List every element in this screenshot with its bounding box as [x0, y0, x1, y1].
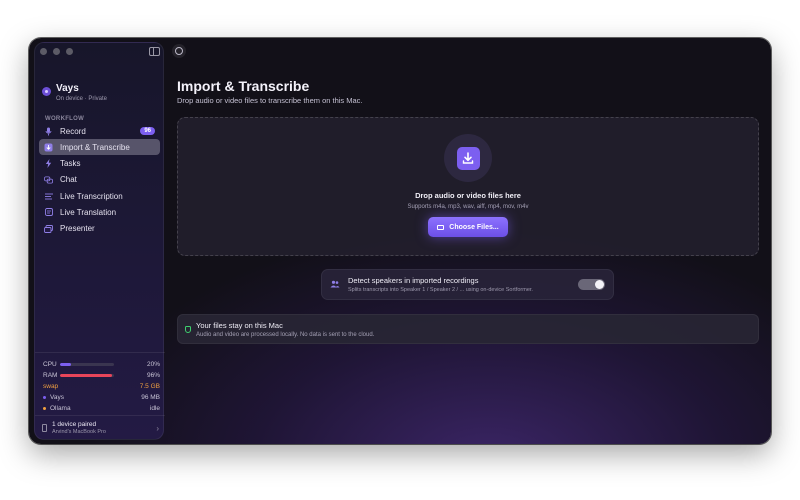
cpu-bar-fill [60, 363, 71, 366]
speaker-detection-toggle[interactable] [578, 279, 605, 290]
drop-icon-circle [444, 134, 492, 182]
sidebar-item-label: Chat [60, 175, 77, 185]
swap-value: 7.5 GB [139, 383, 160, 390]
cpu-bar [60, 363, 114, 366]
sidebar-item-chat[interactable]: Chat [39, 172, 160, 188]
sidebar-item-tasks[interactable]: Tasks [39, 156, 160, 172]
mic-icon [44, 127, 53, 136]
sidebar-item-label: Record [60, 126, 86, 136]
minimize-window-button[interactable] [53, 48, 60, 55]
cpu-stat: CPU 20% [43, 359, 160, 370]
device-subtitle: Arvind's MacBook Pro [52, 429, 106, 435]
privacy-title: Your files stay on this Mac [196, 320, 283, 330]
ram-label: RAM [43, 372, 58, 379]
chevron-right-icon: › [156, 423, 159, 433]
ram-stat: RAM 96% [43, 370, 160, 381]
history-button[interactable] [172, 44, 186, 58]
sidebar: Vays On device · Private WORKFLOW Record… [34, 42, 165, 440]
phone-icon [42, 424, 47, 432]
process-dot [43, 396, 46, 399]
people-icon [330, 280, 340, 290]
cpu-label: CPU [43, 361, 57, 368]
sidebar-item-record[interactable]: Record 96 [39, 123, 160, 139]
app-name: Vays [56, 83, 79, 94]
sidebar-item-label: Live Transcription [60, 191, 123, 201]
choose-files-button[interactable]: Choose Files... [428, 217, 508, 237]
import-icon [44, 143, 53, 152]
choose-files-label: Choose Files... [449, 223, 499, 231]
window-controls [40, 48, 73, 55]
page-subtitle: Drop audio or video files to transcribe … [177, 96, 363, 105]
download-icon [456, 146, 480, 170]
process-dot [43, 407, 46, 410]
lines-icon [44, 192, 53, 201]
swap-label: swap [43, 383, 59, 390]
ram-value: 96% [146, 372, 160, 379]
process-row-ollama: Ollama idle [43, 403, 160, 414]
app-brand: Vays On device · Private [42, 83, 107, 102]
sidebar-item-label: Import & Transcribe [60, 142, 130, 152]
speaker-detection-card: Detect speakers in imported recordings S… [321, 269, 614, 300]
bolt-icon [44, 159, 53, 169]
file-dropzone[interactable]: Drop audio or video files here Supports … [177, 117, 759, 256]
app-subtitle: On device · Private [56, 96, 108, 102]
app-window: Vays On device · Private WORKFLOW Record… [29, 38, 771, 444]
sidebar-item-import-transcribe[interactable]: Import & Transcribe [39, 139, 160, 156]
privacy-subtitle: Audio and video are processed locally. N… [196, 331, 375, 338]
sidebar-item-label: Presenter [60, 224, 95, 234]
process-value: 96 MB [141, 394, 160, 401]
translate-icon [44, 208, 53, 217]
sidebar-toggle-icon[interactable] [149, 47, 160, 56]
presenter-icon [44, 224, 53, 233]
zoom-window-button[interactable] [66, 48, 73, 55]
process-name: Ollama [50, 405, 71, 412]
ram-bar [60, 374, 114, 377]
folder-icon [437, 224, 445, 230]
section-label-workflow: WORKFLOW [45, 116, 85, 122]
dropzone-formats: Supports m4a, mp3, wav, aiff, mp4, mov, … [407, 204, 529, 210]
record-count-badge: 96 [140, 127, 155, 135]
sidebar-item-live-transcription[interactable]: Live Transcription [39, 188, 160, 204]
sidebar-item-presenter[interactable]: Presenter [39, 221, 160, 237]
close-window-button[interactable] [40, 48, 47, 55]
process-name: Vays [50, 394, 64, 401]
speaker-detection-title: Detect speakers in imported recordings [348, 276, 479, 285]
process-value: idle [149, 405, 160, 412]
system-stats: CPU 20% RAM 96% swap 7.5 GB Vays 96 MB O… [35, 352, 165, 414]
sidebar-item-label: Live Translation [60, 207, 117, 217]
shield-icon [185, 325, 191, 333]
app-logo-icon [42, 87, 51, 96]
process-row-vays: Vays 96 MB [43, 392, 160, 403]
cpu-value: 20% [146, 361, 160, 368]
privacy-notice: Your files stay on this Mac Audio and vi… [177, 314, 759, 344]
paired-device-row[interactable]: 1 device paired Arvind's MacBook Pro › [35, 415, 165, 435]
dropzone-title: Drop audio or video files here [415, 191, 521, 200]
ram-bar-fill [60, 374, 112, 377]
device-title: 1 device paired [52, 421, 97, 428]
sidebar-nav: Record 96 Import & Transcribe Tasks Chat… [39, 123, 160, 237]
sidebar-item-label: Tasks [60, 159, 81, 169]
sidebar-item-live-translation[interactable]: Live Translation [39, 204, 160, 220]
speaker-detection-subtitle: Splits transcripts into Speaker 1 / Spea… [348, 287, 533, 293]
chat-icon [44, 175, 53, 184]
swap-stat: swap 7.5 GB [43, 381, 160, 392]
page-title: Import & Transcribe [177, 78, 310, 94]
